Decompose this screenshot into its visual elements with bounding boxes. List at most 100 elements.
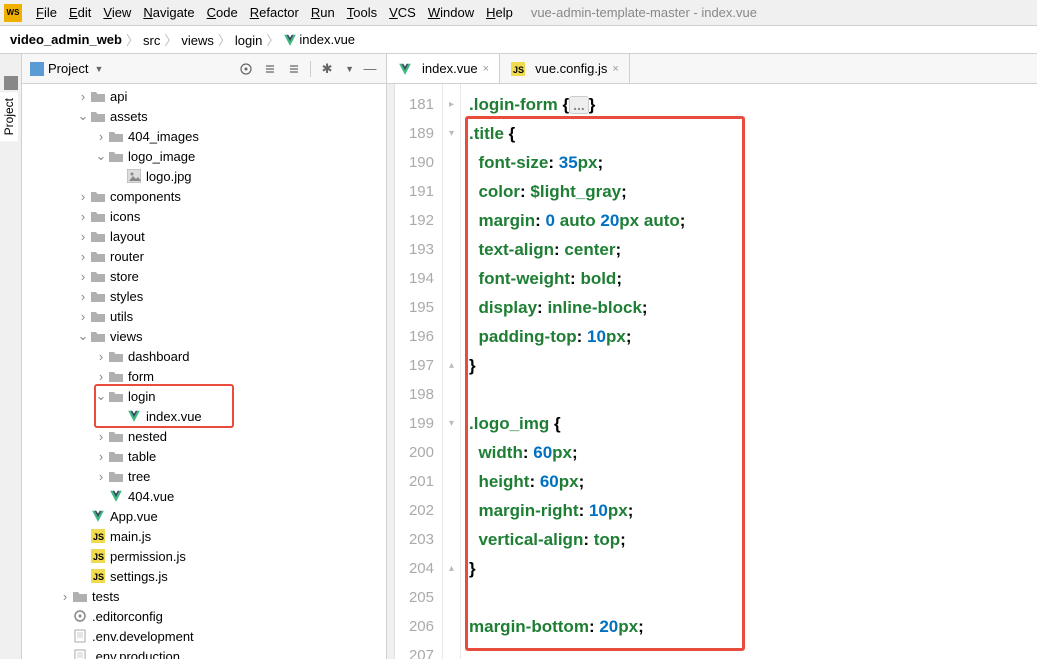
tree-node-login[interactable]: ⌄login <box>22 386 386 406</box>
menu-view[interactable]: View <box>97 3 137 22</box>
gear-icon[interactable]: ✱ <box>319 61 335 77</box>
tree-node-logo-jpg[interactable]: ·logo.jpg <box>22 166 386 186</box>
code-line-190[interactable]: font-size: 35px; <box>469 148 1037 177</box>
tree-node-icons[interactable]: ›icons <box>22 206 386 226</box>
tree-node-tree[interactable]: ›tree <box>22 466 386 486</box>
folder-icon <box>90 269 106 283</box>
code-line-193[interactable]: text-align: center; <box>469 235 1037 264</box>
vue-icon <box>90 509 106 523</box>
code-line-203[interactable]: vertical-align: top; <box>469 525 1037 554</box>
editor-panel: index.vue×JSvue.config.js× 1811891901911… <box>387 54 1037 659</box>
menu-refactor[interactable]: Refactor <box>244 3 305 22</box>
tree-node-utils[interactable]: ›utils <box>22 306 386 326</box>
code-line-181[interactable]: .login-form {...} <box>469 90 1037 119</box>
collapse-all-icon[interactable] <box>286 61 302 77</box>
txt-icon <box>72 629 88 643</box>
breadcrumb-part[interactable]: views <box>181 33 214 48</box>
tree-node-router[interactable]: ›router <box>22 246 386 266</box>
hide-icon[interactable]: — <box>362 61 378 77</box>
code-line-194[interactable]: font-weight: bold; <box>469 264 1037 293</box>
menu-file[interactable]: File <box>30 3 63 22</box>
tree-node-nested[interactable]: ›nested <box>22 426 386 446</box>
tree-node-styles[interactable]: ›styles <box>22 286 386 306</box>
tab-index-vue[interactable]: index.vue× <box>387 54 500 83</box>
vue-icon <box>126 409 142 423</box>
code-line-204[interactable]: } <box>469 554 1037 583</box>
breadcrumb-file[interactable]: index.vue <box>299 32 355 47</box>
code-line-205[interactable] <box>469 583 1037 612</box>
code-line-191[interactable]: color: $light_gray; <box>469 177 1037 206</box>
menu-navigate[interactable]: Navigate <box>137 3 200 22</box>
menu-run[interactable]: Run <box>305 3 341 22</box>
tree-node-table[interactable]: ›table <box>22 446 386 466</box>
tree-node-App-vue[interactable]: ·App.vue <box>22 506 386 526</box>
project-tool-tab[interactable]: Project <box>0 92 18 141</box>
breadcrumb-part[interactable]: login <box>235 33 262 48</box>
vue-icon <box>283 33 297 47</box>
project-view-selector[interactable]: Project ▼ <box>30 61 103 76</box>
tree-node-api[interactable]: ›api <box>22 86 386 106</box>
code-line-201[interactable]: height: 60px; <box>469 467 1037 496</box>
breadcrumb-root[interactable]: video_admin_web <box>10 32 122 47</box>
tree-node-tests[interactable]: ›tests <box>22 586 386 606</box>
tree-node-main-js[interactable]: ·JSmain.js <box>22 526 386 546</box>
folder-icon <box>90 309 106 323</box>
tree-node-views[interactable]: ⌄views <box>22 326 386 346</box>
fold-gutter[interactable]: ▸▾▴▾▴ <box>443 84 461 659</box>
tree-node--env-production[interactable]: ·.env.production <box>22 646 386 659</box>
breadcrumb-part[interactable]: src <box>143 33 160 48</box>
tree-node-layout[interactable]: ›layout <box>22 226 386 246</box>
menu-help[interactable]: Help <box>480 3 519 22</box>
project-tree[interactable]: ›api⌄assets›404_images⌄logo_image·logo.j… <box>22 84 386 659</box>
tree-label: .env.production <box>92 649 180 659</box>
code-line-202[interactable]: margin-right: 10px; <box>469 496 1037 525</box>
folder-icon <box>90 229 106 243</box>
close-icon[interactable]: × <box>612 63 618 75</box>
code-line-200[interactable]: width: 60px; <box>469 438 1037 467</box>
editor-body[interactable]: 1811891901911921931941951961971981992002… <box>387 84 1037 659</box>
menu-tools[interactable]: Tools <box>341 3 383 22</box>
locate-icon[interactable] <box>238 61 254 77</box>
code-area[interactable]: .login-form {...}.title { font-size: 35p… <box>461 84 1037 659</box>
tree-node-assets[interactable]: ⌄assets <box>22 106 386 126</box>
menu-window[interactable]: Window <box>422 3 480 22</box>
code-line-199[interactable]: .logo_img { <box>469 409 1037 438</box>
tree-node-404-vue[interactable]: ·404.vue <box>22 486 386 506</box>
tree-label: App.vue <box>110 509 158 524</box>
tab-vue-config-js[interactable]: JSvue.config.js× <box>500 54 630 83</box>
folder-icon <box>108 469 124 483</box>
code-line-198[interactable] <box>469 380 1037 409</box>
tree-label: tests <box>92 589 119 604</box>
close-icon[interactable]: × <box>483 63 489 75</box>
code-line-195[interactable]: display: inline-block; <box>469 293 1037 322</box>
tree-node--editorconfig[interactable]: ·.editorconfig <box>22 606 386 626</box>
line-numbers: 1811891901911921931941951961971981992002… <box>395 84 443 659</box>
tree-node-settings-js[interactable]: ·JSsettings.js <box>22 566 386 586</box>
code-line-206[interactable]: margin-bottom: 20px; <box>469 612 1037 641</box>
tree-node-store[interactable]: ›store <box>22 266 386 286</box>
project-header: Project ▼ ✱ ▼ — <box>22 54 386 84</box>
tree-node-index-vue[interactable]: ·index.vue <box>22 406 386 426</box>
code-line-192[interactable]: margin: 0 auto 20px auto; <box>469 206 1037 235</box>
code-line-196[interactable]: padding-top: 10px; <box>469 322 1037 351</box>
chevron-down-icon: ▼ <box>94 64 103 74</box>
tree-node--env-development[interactable]: ·.env.development <box>22 626 386 646</box>
menu-code[interactable]: Code <box>201 3 244 22</box>
tree-node-dashboard[interactable]: ›dashboard <box>22 346 386 366</box>
js-icon: JS <box>90 569 106 583</box>
menu-vcs[interactable]: VCS <box>383 3 422 22</box>
expand-all-icon[interactable] <box>262 61 278 77</box>
tree-node-components[interactable]: ›components <box>22 186 386 206</box>
svg-text:JS: JS <box>93 552 104 562</box>
project-tool-icon[interactable] <box>4 76 18 90</box>
code-line-207[interactable] <box>469 641 1037 659</box>
tree-node-logo_image[interactable]: ⌄logo_image <box>22 146 386 166</box>
app-icon: WS <box>4 4 22 22</box>
tree-node-permission-js[interactable]: ·JSpermission.js <box>22 546 386 566</box>
code-line-197[interactable]: } <box>469 351 1037 380</box>
menu-edit[interactable]: Edit <box>63 3 97 22</box>
tree-node-form[interactable]: ›form <box>22 366 386 386</box>
code-line-189[interactable]: .title { <box>469 119 1037 148</box>
tree-node-404_images[interactable]: ›404_images <box>22 126 386 146</box>
folder-icon <box>108 429 124 443</box>
